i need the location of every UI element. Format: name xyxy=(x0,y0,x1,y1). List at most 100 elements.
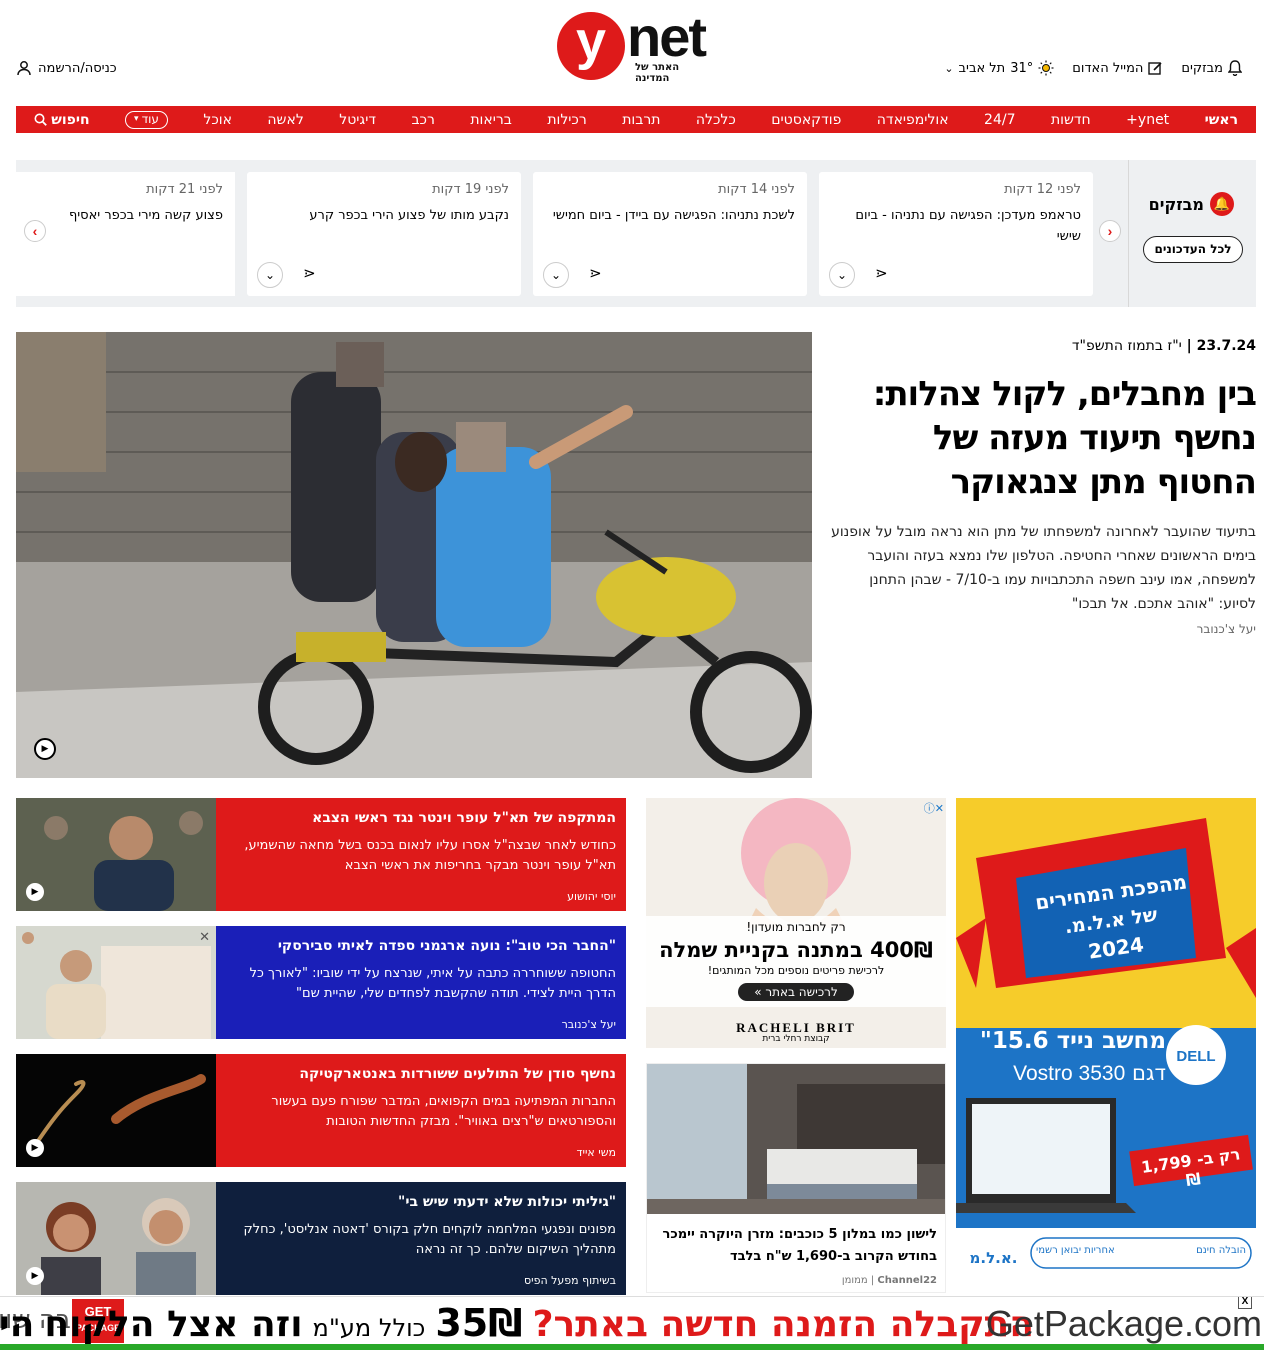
breaking-time: לפני 14 דקות xyxy=(718,182,795,197)
ad2-photo xyxy=(647,1064,945,1214)
banner-price-note: כולל מע"מ xyxy=(312,1314,426,1342)
article-subtitle: החטופה ששוחררה כתבה על איתי, שנרצח על יד… xyxy=(249,966,616,1001)
ad2-source: Channel22 | ממומן xyxy=(841,1275,937,1286)
banner-domain: GetPackage.com xyxy=(985,1303,1262,1344)
nav-item-economy[interactable]: כלכלה xyxy=(696,112,736,128)
hero-date-heb: י"ז בתמוז התשפ"ד xyxy=(1071,338,1182,354)
article-title[interactable]: המתקפה של תא"ל עופר וינטר נגד ראשי הצבא xyxy=(226,808,616,828)
logo-y-circle: y xyxy=(557,12,625,80)
ad1-brand-sub: קבוצת רחלי ברית xyxy=(762,1034,830,1044)
expand-button[interactable]: ⌄ xyxy=(543,262,569,288)
breaking-time: לפני 19 דקות xyxy=(432,182,509,197)
article-subtitle: כחודש לאחר שבצה"ל אסרו עליו לנאום בכנס ב… xyxy=(244,838,616,873)
ad1-content: רק לחברות מועדון! 400₪ במתנה בקניית שמלה… xyxy=(646,916,946,1007)
article-author: יוסי יהושוע xyxy=(567,890,616,903)
article-card[interactable]: ✕ "החבר הכי טוב": נועה ארגמני ספדה לאיתי… xyxy=(16,926,626,1039)
breaking-card[interactable]: לפני 14 דקות לשכת נתניהו: הפגישה עם בייד… xyxy=(533,172,807,296)
article-author: משי אייד xyxy=(576,1146,617,1159)
hero-photo xyxy=(16,332,812,778)
nav-item-culture[interactable]: תרבות xyxy=(622,112,660,128)
nav-more-button[interactable]: עוד ▾ xyxy=(125,110,168,129)
breaking-text: פצוע קשה מירי בכפר יאסיף xyxy=(68,208,223,223)
dress-advertisement[interactable]: ⓘ✕ רק לחברות מועדון! 400₪ במתנה בקניית ש… xyxy=(646,798,946,1048)
article-card[interactable]: ▶ "גיליתי יכולות שלא ידעתי שיש בי" מפוני… xyxy=(16,1182,626,1295)
breaking-news-strip: 🔔 מבזקים לכל העדכונים › לפני 12 דקות טרא… xyxy=(16,160,1256,307)
ynet-logo[interactable]: y net האתר של המדינה xyxy=(557,5,717,84)
article-card[interactable]: ▶ המתקפה של תא"ל עופר וינטר נגד ראשי הצב… xyxy=(16,798,626,911)
sun-icon xyxy=(1038,60,1054,76)
hero-date-greg: 23.7.24 xyxy=(1196,338,1256,354)
nav-item-digital[interactable]: דיגיטל xyxy=(339,112,376,128)
expand-button[interactable]: ⌄ xyxy=(829,262,855,288)
play-icon[interactable]: ▶ xyxy=(26,883,44,901)
nav-item-24-7[interactable]: 24/7 xyxy=(984,112,1015,128)
mattress-advertisement[interactable]: לישון כמו במלון 5 כוכבים: מזרן היוקרה יי… xyxy=(646,1063,946,1293)
article-subtitle: מפונים ונפגעי המלחמה לוקחים חלק בקורס 'ד… xyxy=(243,1222,616,1257)
red-mail-link[interactable]: המייל האדום xyxy=(1072,61,1163,76)
share-icon[interactable]: ⋖ xyxy=(875,264,888,282)
nav-item-health[interactable]: בריאות xyxy=(470,112,512,128)
article-title[interactable]: "גיליתי יכולות שלא ידעתי שיש בי" xyxy=(226,1192,616,1212)
hero-author: יעל צ'כנובר xyxy=(1196,622,1256,636)
getpackage-banner[interactable]: כבה שוו GET PACKAGE התקבלה הזמנה חדשה בא… xyxy=(0,1296,1264,1350)
ad3-delivery: הובלה חינם xyxy=(1196,1245,1246,1256)
nav-item-ynet-plus[interactable]: ynet+ xyxy=(1126,112,1169,128)
nav-item-home[interactable]: ראשי xyxy=(1205,112,1238,128)
ad1-headline: 400₪ במתנה בקניית שמלה xyxy=(659,938,933,962)
play-icon[interactable]: ▶ xyxy=(26,1139,44,1157)
play-icon[interactable]: ▶ xyxy=(34,738,56,760)
hero-article[interactable]: 23.7.24 | י"ז בתמוז התשפ"ד בין מחבלים, ל… xyxy=(830,332,1257,636)
play-icon[interactable]: ▶ xyxy=(26,1267,44,1285)
weather-widget[interactable]: 31° תל אביב ⌄ xyxy=(944,60,1054,76)
article-card[interactable]: ▶ נחשף סודן של התולעים ששורדות באנטארקטי… xyxy=(16,1054,626,1167)
article-image: ✕ xyxy=(16,926,216,1039)
expand-button[interactable]: ⌄ xyxy=(257,262,283,288)
banner-headline-1: היום xyxy=(0,1304,35,1345)
breaking-card[interactable]: לפני 19 דקות נקבע מותו של פצוע הירי בכפר… xyxy=(247,172,521,296)
ad2-source-name: Channel22 xyxy=(877,1275,937,1286)
prev-arrow-button[interactable]: ‹ xyxy=(24,220,46,242)
logo-tagline: האתר של המדינה xyxy=(635,62,680,84)
breaking-time: לפני 12 דקות xyxy=(1004,182,1081,197)
share-icon[interactable]: ⋖ xyxy=(303,264,316,282)
ad3-shop-logo: א.ל.מ. xyxy=(969,1249,1018,1267)
nav-item-olympics[interactable]: אולימפיאדה xyxy=(877,112,949,128)
breaking-card[interactable]: לפני 21 דקות פצוע קשה מירי בכפר יאסיף xyxy=(16,172,235,296)
article-text: "גיליתי יכולות שלא ידעתי שיש בי" מפונים … xyxy=(216,1182,626,1295)
breaking-news-link[interactable]: מבזקים xyxy=(1181,60,1242,76)
nav-item-podcasts[interactable]: פודקאסטים xyxy=(771,112,841,128)
close-icon[interactable]: ✕ xyxy=(199,930,210,945)
nav-item-gossip[interactable]: רכילות xyxy=(547,112,586,128)
ad1-button[interactable]: לרכישה באתר » xyxy=(738,983,854,1001)
nav-item-news[interactable]: חדשות xyxy=(1051,112,1091,128)
ad3-model-label: דגם xyxy=(1131,1061,1166,1085)
breaking-text: לשכת נתניהו: הפגישה עם ביידן - ביום חמיש… xyxy=(552,208,795,223)
article-photo xyxy=(16,798,216,911)
hero-image[interactable]: ▶ xyxy=(16,332,812,778)
nav-item-women[interactable]: לאשה xyxy=(267,112,303,128)
share-icon[interactable]: ⋖ xyxy=(589,264,602,282)
next-arrow-button[interactable]: › xyxy=(1099,220,1121,242)
article-title[interactable]: "החבר הכי טוב": נועה ארגמני ספדה לאיתי ס… xyxy=(226,936,616,956)
ad3-model: דגם Vostro 3530 xyxy=(976,1061,1166,1086)
user-icon xyxy=(17,61,31,76)
dell-laptop-advertisement[interactable]: מהפכת המחירים של א.ל.מ. 2024 מחשב נייד 1… xyxy=(956,798,1256,1293)
login-label: כניסה/הרשמה xyxy=(38,60,117,76)
ad-choices-icon[interactable]: ⓘ✕ xyxy=(924,800,944,816)
ad2-title[interactable]: לישון כמו במלון 5 כוכבים: מזרן היוקרה יי… xyxy=(647,1218,945,1268)
hero-title[interactable]: בין מחבלים, לקול צהלות: נחשף תיעוד מעזה … xyxy=(830,372,1257,504)
article-title[interactable]: נחשף סודן של התולעים ששורדות באנטארקטיקה xyxy=(226,1064,616,1084)
all-updates-button[interactable]: לכל העדכונים xyxy=(1143,236,1243,263)
top-utilities: מבזקים המייל האדום 31° תל אביב ⌄ xyxy=(944,60,1242,76)
nav-search-button[interactable]: חיפוש xyxy=(34,112,90,128)
date-separator: | xyxy=(1181,338,1192,354)
login-button[interactable]: כניסה/הרשמה xyxy=(16,60,117,76)
banner-close-button[interactable]: X xyxy=(1238,1297,1252,1309)
breaking-card[interactable]: לפני 12 דקות טראמפ מעדכן: הפגישה עם נתני… xyxy=(819,172,1093,296)
article-photo xyxy=(16,1182,216,1295)
hero-subtitle: בתיעוד שהועבר לאחרונה למשפחתו של מתן הוא… xyxy=(831,524,1256,612)
banner-question: התקבלה הזמנה חדשה באתר? xyxy=(532,1304,1034,1345)
nav-item-cars[interactable]: רכב xyxy=(411,112,434,128)
ad3-model-name: Vostro 3530 xyxy=(1013,1062,1126,1085)
nav-item-food[interactable]: אוכל xyxy=(203,112,232,128)
